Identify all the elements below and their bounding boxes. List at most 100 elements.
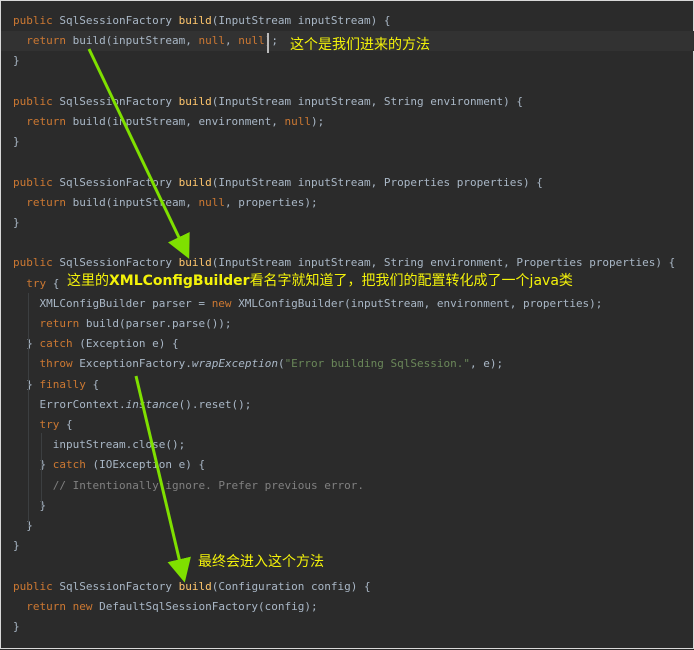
code-token: inputStream.close(); xyxy=(13,438,186,452)
annotation-text: 这个是我们进来的方法 xyxy=(290,37,430,53)
code-line[interactable]: public SqlSessionFactory build(InputStre… xyxy=(1,11,391,31)
code-token: instance xyxy=(125,397,179,411)
code-line[interactable]: } xyxy=(1,51,20,71)
code-token: catch xyxy=(39,337,80,351)
code-token: return xyxy=(26,34,73,48)
code-token: (Exception e) { xyxy=(79,337,179,351)
code-token: } xyxy=(13,135,20,149)
code-line[interactable] xyxy=(1,72,13,92)
code-line[interactable]: throw ExceptionFactory.wrapException("Er… xyxy=(1,354,504,374)
code-token: { xyxy=(92,377,100,391)
code-token: build(inputStream, xyxy=(72,34,199,48)
code-token: SqlSessionFactory xyxy=(59,14,179,27)
code-line[interactable]: ErrorContext.instance().reset(); xyxy=(1,395,251,415)
code-line[interactable] xyxy=(1,556,13,576)
code-token: return xyxy=(26,115,73,128)
code-token: XMLConfigBuilder parser = xyxy=(13,296,212,310)
code-token: throw xyxy=(39,357,80,371)
annotation-class-name: XMLConfigBuilder xyxy=(109,273,250,289)
code-token: wrapException xyxy=(191,357,278,371)
code-line[interactable]: } xyxy=(1,132,20,152)
code-token: "Error building SqlSession." xyxy=(284,357,470,371)
code-token: return new xyxy=(26,599,100,613)
code-token: } xyxy=(13,377,40,391)
indent-guide xyxy=(28,293,29,528)
code-token: new xyxy=(211,296,239,310)
code-line[interactable]: return new DefaultSqlSessionFactory(conf… xyxy=(1,597,318,617)
code-token: public xyxy=(13,14,60,27)
code-line[interactable]: } xyxy=(1,213,20,233)
code-token: finally xyxy=(39,377,93,391)
code-token: catch xyxy=(52,458,93,472)
code-token: SqlSessionFactory xyxy=(59,256,179,270)
code-line[interactable]: public SqlSessionFactory build(InputStre… xyxy=(1,253,675,273)
code-token: } xyxy=(13,539,20,553)
text-cursor xyxy=(267,33,269,53)
code-token: } xyxy=(13,54,20,68)
code-token: public xyxy=(13,94,60,108)
code-token: } xyxy=(13,620,20,633)
code-token: ErrorContext. xyxy=(13,397,126,411)
code-line[interactable]: return build(parser.parse()); xyxy=(1,314,232,334)
code-token: build xyxy=(178,579,212,593)
code-token: , xyxy=(224,34,239,48)
code-token: ExceptionFactory. xyxy=(79,357,192,371)
code-token: null xyxy=(198,195,225,209)
code-token: (InputStream inputStream, Properties pro… xyxy=(211,175,543,189)
code-token: (InputStream inputStream) { xyxy=(211,14,391,27)
code-line[interactable] xyxy=(1,233,13,253)
code-token: } xyxy=(13,216,20,229)
code-editor-screenshot: public SqlSessionFactory build(InputStre… xyxy=(0,0,694,649)
code-token: // Intentionally ignore. Prefer previous… xyxy=(52,478,365,492)
arrow-to-full-build xyxy=(87,48,190,259)
code-line[interactable]: } catch (IOException e) { xyxy=(1,455,205,475)
code-token: build xyxy=(178,175,212,189)
code-token: SqlSessionFactory xyxy=(59,175,179,189)
code-token: DefaultSqlSessionFactory(config); xyxy=(99,599,318,613)
code-token: null xyxy=(284,115,312,128)
code-line[interactable]: try { xyxy=(1,274,59,294)
indent-guide xyxy=(41,433,42,508)
code-line[interactable]: return build(inputStream, environment, n… xyxy=(1,112,324,132)
code-token: { xyxy=(52,276,60,290)
code-token: public xyxy=(13,256,60,270)
annotation-final-method: 最终会进入这个方法 xyxy=(198,553,324,571)
code-line[interactable]: } xyxy=(1,496,46,516)
code-line[interactable] xyxy=(1,152,13,172)
code-line[interactable]: public SqlSessionFactory build(InputStre… xyxy=(1,92,523,112)
code-token: (InputStream inputStream, String environ… xyxy=(211,256,676,270)
annotation-text: 看名字就知道了，把我们的配置转化成了一个java类 xyxy=(249,273,573,289)
code-line[interactable]: } xyxy=(1,536,20,556)
code-token: , e); xyxy=(470,357,504,371)
code-token: (IOException e) { xyxy=(92,458,206,472)
code-token: public xyxy=(13,175,60,189)
code-line[interactable]: try { xyxy=(1,415,73,435)
code-token: try xyxy=(26,276,53,290)
code-token: return xyxy=(39,317,86,330)
code-line[interactable]: } finally { xyxy=(1,375,99,395)
annotation-text: 这里的 xyxy=(67,273,109,289)
code-line[interactable]: // Intentionally ignore. Prefer previous… xyxy=(1,476,364,496)
code-line[interactable]: public SqlSessionFactory build(InputStre… xyxy=(1,173,543,193)
code-token: public xyxy=(13,579,60,593)
code-line[interactable]: } xyxy=(1,617,20,637)
code-token: null xyxy=(238,34,265,48)
annotation-entry-method: 这个是我们进来的方法 xyxy=(290,36,430,54)
code-token: build(parser.parse()); xyxy=(85,317,232,330)
code-token: build(inputStream, xyxy=(72,195,199,209)
code-token: build xyxy=(178,94,212,108)
code-token: build xyxy=(178,256,212,270)
code-line[interactable]: public SqlSessionFactory build(Configura… xyxy=(1,577,371,597)
code-token: return xyxy=(26,195,73,209)
annotation-text: 最终会进入这个方法 xyxy=(198,554,324,570)
code-line[interactable]: XMLConfigBuilder parser = new XMLConfigB… xyxy=(1,294,602,314)
code-token: } xyxy=(13,458,53,472)
code-line[interactable]: return build(inputStream, null, properti… xyxy=(1,193,317,213)
